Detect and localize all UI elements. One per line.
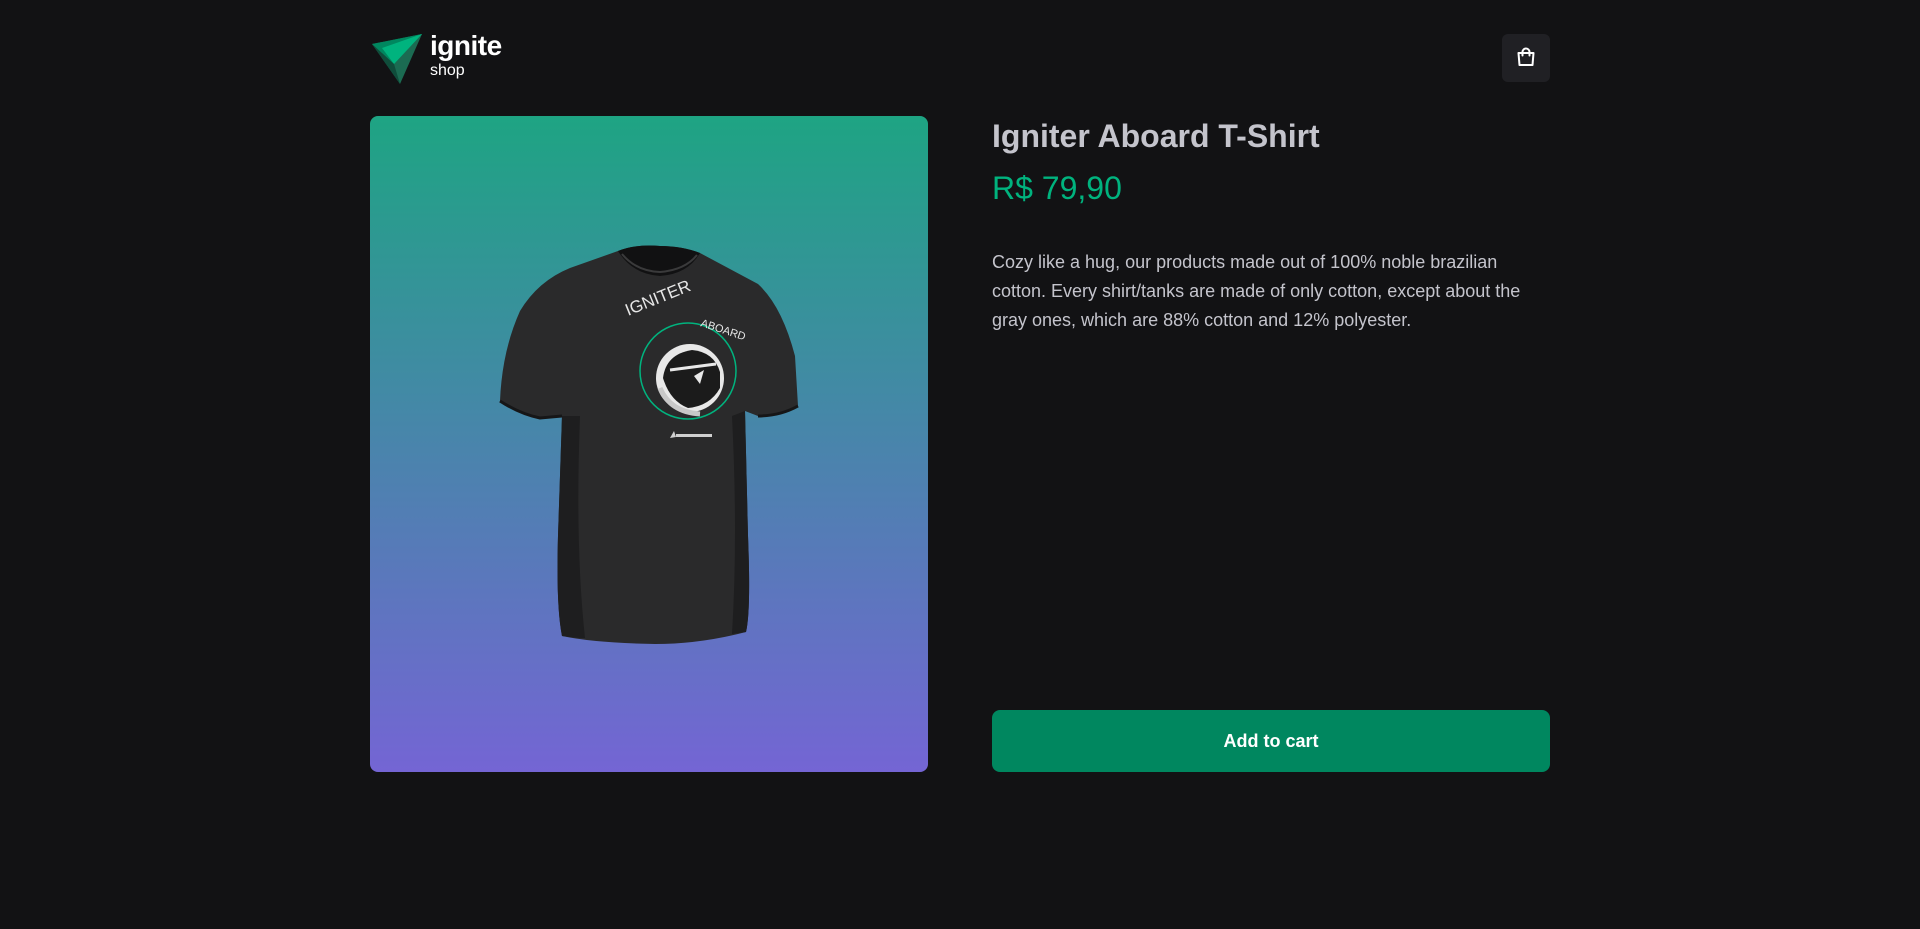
logo-mark-icon bbox=[370, 30, 426, 86]
product-price: R$ 79,90 bbox=[992, 170, 1122, 206]
logo[interactable]: ignite shop bbox=[370, 30, 502, 86]
add-to-cart-button[interactable]: Add to cart bbox=[992, 710, 1550, 772]
shopping-bag-icon bbox=[1514, 45, 1538, 72]
product-details: Igniter Aboard T-Shirt R$ 79,90 Cozy lik… bbox=[992, 116, 1550, 772]
page-container: ignite shop IGNITER ABOARD Igniter Aboar… bbox=[370, 0, 1550, 929]
header: ignite shop bbox=[370, 30, 1550, 86]
product-image: IGNITER ABOARD bbox=[370, 116, 928, 772]
tshirt-image: IGNITER ABOARD bbox=[499, 245, 799, 645]
product-title: Igniter Aboard T-Shirt bbox=[992, 118, 1320, 154]
cart-button[interactable] bbox=[1502, 34, 1550, 82]
logo-title: ignite bbox=[430, 30, 502, 61]
product-description: Cozy like a hug, our products made out o… bbox=[992, 252, 1521, 330]
logo-subtitle: shop bbox=[430, 62, 465, 79]
